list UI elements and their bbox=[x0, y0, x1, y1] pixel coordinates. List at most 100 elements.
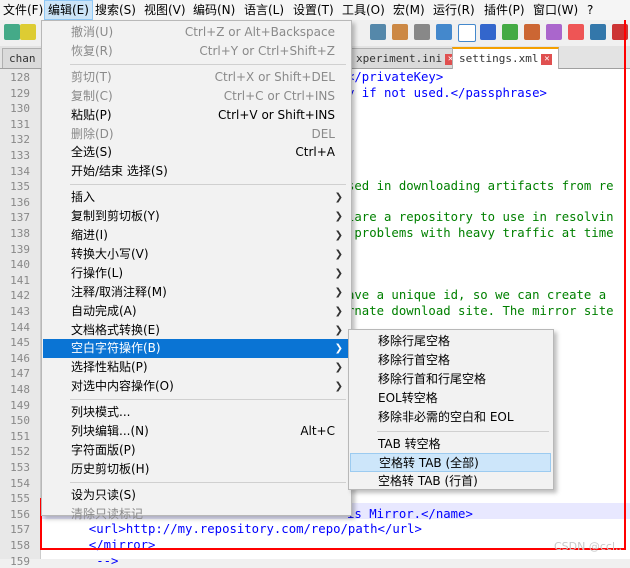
watermark: CSDN @ccl.. bbox=[553, 540, 622, 553]
menu-item-label: 移除非必需的空白和 EOL bbox=[378, 409, 514, 424]
toolbar-button-icon[interactable] bbox=[568, 24, 584, 40]
edit-menu-item[interactable]: 插入 ❯ bbox=[43, 188, 349, 207]
menu-item-label: 选择性粘贴(P) bbox=[71, 360, 148, 375]
toolbar-button-icon[interactable] bbox=[524, 24, 540, 40]
edit-menu-item[interactable]: 注释/取消注释(M) ❯ bbox=[43, 283, 349, 302]
edit-menu-item[interactable]: 字符面版(P) bbox=[43, 441, 349, 460]
code-line: lare a repository to use in resolvin bbox=[347, 210, 614, 225]
edit-menu: 撤消(U) Ctrl+Z or Alt+Backspace 恢复(R) Ctrl+Y … bbox=[41, 20, 352, 521]
edit-menu-item: 剪切(T) Ctrl+X or Shift+DEL bbox=[43, 68, 349, 87]
menu-item-label: 文档格式转换(E) bbox=[71, 322, 160, 337]
edit-menu-item[interactable]: 设为只读(S) bbox=[43, 486, 349, 505]
tab-label: settings.xml bbox=[459, 52, 539, 65]
chevron-right-icon: ❯ bbox=[334, 343, 343, 355]
menu-item-label: 行操作(L) bbox=[71, 265, 124, 280]
menu-item-label: 撤消(U) bbox=[71, 25, 114, 39]
menubar-item[interactable]: 视图(V) bbox=[141, 0, 189, 20]
code-line: ave a unique id, so we can create a bbox=[347, 288, 607, 303]
menu-item-label: 空格转 TAB (行首) bbox=[378, 474, 478, 489]
submenu-item[interactable]: 空格转 TAB (全部) bbox=[350, 453, 551, 473]
code-line: <url>http://my.repository.com/repo/path<… bbox=[74, 522, 422, 537]
menu-item-shortcut: Ctrl+A bbox=[295, 145, 335, 160]
toolbar-button-icon[interactable] bbox=[4, 24, 20, 40]
close-icon[interactable]: ✕ bbox=[541, 53, 553, 65]
toolbar-button-icon[interactable] bbox=[480, 24, 496, 40]
edit-menu-item[interactable]: 文档格式转换(E) ❯ bbox=[43, 321, 349, 340]
edit-menu-item: 复制(C) Ctrl+C or Ctrl+INS bbox=[43, 87, 349, 106]
menu-separator bbox=[377, 430, 549, 432]
edit-menu-item[interactable]: 列块模式... bbox=[43, 403, 349, 422]
menubar-item[interactable]: 插件(P) bbox=[481, 0, 528, 20]
chevron-right-icon: ❯ bbox=[334, 324, 343, 336]
toolbar-button-icon[interactable] bbox=[590, 24, 606, 40]
chevron-right-icon: ❯ bbox=[334, 286, 343, 298]
menu-separator bbox=[70, 399, 346, 401]
menu-item-label: 清除只读标记 bbox=[71, 506, 144, 521]
menubar-item[interactable]: 运行(R) bbox=[430, 0, 478, 20]
menubar-item[interactable]: 编辑(E) bbox=[44, 0, 93, 20]
submenu-item[interactable]: 移除行首和行尾空格 bbox=[350, 370, 551, 389]
menu-item-label: 注释/取消注释(M) bbox=[71, 284, 167, 299]
toolbar-button-icon[interactable] bbox=[414, 24, 430, 40]
submenu-item[interactable]: EOL转空格 bbox=[350, 389, 551, 408]
toolbar-button-icon[interactable] bbox=[458, 24, 476, 42]
menubar-item[interactable]: 设置(T) bbox=[290, 0, 337, 20]
edit-menu-item[interactable]: 空白字符操作(B) ❯ bbox=[43, 339, 349, 359]
toolbar-button-icon[interactable] bbox=[436, 24, 452, 40]
menu-item-label: 删除(D) bbox=[71, 126, 114, 141]
toolbar-button-icon[interactable] bbox=[502, 24, 518, 40]
edit-menu-item[interactable]: 选择性粘贴(P) ❯ bbox=[43, 358, 349, 377]
edit-menu-item[interactable]: 转换大小写(V) ❯ bbox=[43, 245, 349, 264]
edit-menu-item: 撤消(U) Ctrl+Z or Alt+Backspace bbox=[43, 23, 349, 42]
chevron-right-icon: ❯ bbox=[334, 192, 343, 204]
menu-item-label: 移除行首和行尾空格 bbox=[378, 371, 487, 386]
submenu-item[interactable]: TAB 转空格 bbox=[350, 435, 551, 454]
edit-menu-item[interactable]: 对选中内容操作(O) ❯ bbox=[43, 377, 349, 396]
tab-2[interactable]: settings.xml ✕ bbox=[452, 47, 560, 70]
menu-item-shortcut: Alt+C bbox=[300, 424, 335, 438]
edit-menu-item[interactable]: 列块编辑...(N) Alt+C bbox=[43, 422, 349, 441]
edit-menu-item[interactable]: 行操作(L) ❯ bbox=[43, 264, 349, 283]
menubar-item[interactable]: 宏(M) bbox=[390, 0, 428, 20]
code-line: y if not used.</passphrase> bbox=[347, 85, 547, 100]
menubar-item[interactable]: 搜索(S) bbox=[92, 0, 139, 20]
toolbar-button-icon[interactable] bbox=[370, 24, 386, 40]
menu-separator bbox=[70, 184, 346, 186]
chevron-right-icon: ❯ bbox=[334, 381, 343, 393]
edit-menu-item[interactable]: 全选(S) Ctrl+A bbox=[43, 143, 349, 162]
menu-item-label: 复制到剪切板(Y) bbox=[71, 209, 160, 224]
toolbar-button-icon[interactable] bbox=[20, 24, 36, 40]
menu-separator bbox=[70, 481, 346, 483]
whitespace-submenu: 移除行尾空格 移除行首空格移除行首和行尾空格 EOL转空格 移除非必需的空白和 EOL… bbox=[348, 329, 554, 490]
menubar-item[interactable]: 工具(O) bbox=[339, 0, 388, 20]
menubar-item[interactable]: 语言(L) bbox=[241, 0, 287, 20]
code-line: is Mirror.</name> bbox=[347, 506, 473, 521]
code-line: </privateKey> bbox=[347, 70, 444, 84]
edit-menu-item[interactable]: 缩进(I) ❯ bbox=[43, 226, 349, 245]
submenu-item[interactable]: 移除行尾空格 bbox=[350, 332, 551, 351]
menu-item-label: 移除行首空格 bbox=[378, 352, 451, 367]
edit-menu-item[interactable]: 复制到剪切板(Y) ❯ bbox=[43, 207, 349, 226]
code-line: sed in downloading artifacts from re bbox=[347, 179, 614, 194]
chevron-right-icon: ❯ bbox=[334, 248, 343, 260]
menubar-item[interactable]: 窗口(W) bbox=[530, 0, 581, 20]
tab-0[interactable]: chan bbox=[2, 48, 43, 68]
submenu-item[interactable]: 空格转 TAB (行首) bbox=[350, 472, 551, 491]
tab-1[interactable]: xperiment.ini ✕ bbox=[349, 48, 464, 68]
menubar-item[interactable]: 文件(F) bbox=[0, 0, 46, 20]
edit-menu-item[interactable]: 自动完成(A) ❯ bbox=[43, 302, 349, 321]
code-line: --> bbox=[74, 553, 119, 568]
edit-menu-item[interactable]: 开始/结束 选择(S) bbox=[43, 162, 349, 181]
edit-menu-item[interactable]: 历史剪切板(H) bbox=[43, 460, 349, 479]
submenu-item[interactable]: 移除非必需的空白和 EOL bbox=[350, 408, 551, 427]
menu-item-shortcut: Ctrl+X or Shift+DEL bbox=[214, 69, 335, 84]
submenu-item[interactable]: 移除行首空格 bbox=[350, 351, 551, 370]
menubar-item[interactable]: ? bbox=[584, 0, 596, 20]
menu-item-label: 缩进(I) bbox=[71, 228, 108, 242]
edit-menu-item[interactable]: 粘贴(P) Ctrl+V or Shift+INS bbox=[43, 106, 349, 125]
menubar-item[interactable]: 编码(N) bbox=[190, 0, 238, 20]
menu-item-label: 复制(C) bbox=[71, 88, 113, 103]
menu-item-label: 插入 bbox=[71, 190, 96, 205]
toolbar-button-icon[interactable] bbox=[392, 24, 408, 40]
toolbar-button-icon[interactable] bbox=[546, 24, 562, 40]
